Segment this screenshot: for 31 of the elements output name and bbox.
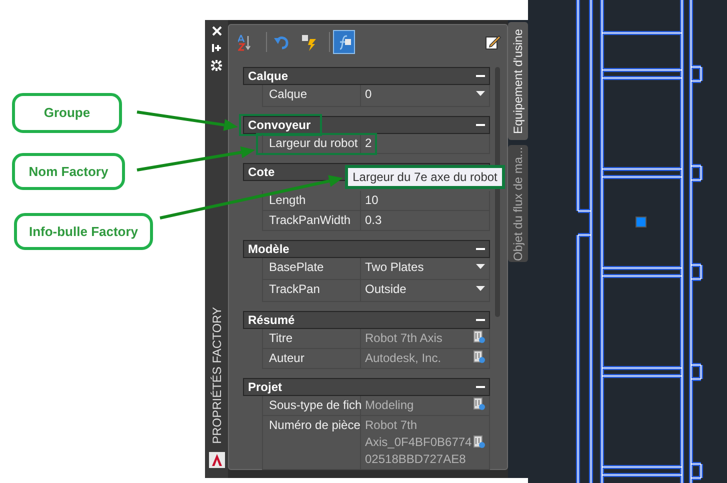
dropdown-value: Two Plates <box>365 259 424 276</box>
property-label: Auteur <box>263 349 361 368</box>
property-value: Robot 7th Axis_0F4BF0B6774 02518BBD727AE8 <box>365 417 472 468</box>
annotation-label: Info-bulle Factory <box>14 213 153 250</box>
property-value: Robot 7th Axis <box>365 330 442 347</box>
property-value: Autodesk, Inc. <box>365 350 442 367</box>
property-label: TrackPan <box>263 280 361 301</box>
property-value: 10 <box>365 192 378 209</box>
property-label: Calque <box>263 85 361 106</box>
property-value: Modeling <box>365 397 414 414</box>
property-label: Numéro de pièce <box>263 416 361 469</box>
group-title: Convoyeur <box>248 117 311 134</box>
property-label: Sous-type de fich <box>263 396 361 415</box>
annotation-label: Groupe <box>12 93 122 133</box>
property-label: TrackPanWidth <box>263 211 361 230</box>
group-title: Cote <box>248 164 275 181</box>
group-title: Résumé <box>248 312 295 329</box>
group-title: Projet <box>248 379 282 396</box>
property-value: 2 <box>365 135 372 152</box>
property-label: Titre <box>263 329 361 348</box>
property-label: BasePlate <box>263 258 361 279</box>
palette-title: PROPRIÉTÉS FACTORY <box>208 307 224 444</box>
dropdown-value: Outside <box>365 281 406 298</box>
property-label: Largeur du robot <box>263 134 361 153</box>
group-title: Modèle <box>248 241 290 258</box>
property-label: Length <box>263 191 361 210</box>
dropdown-value: 0 <box>365 86 372 103</box>
annotation-label: Nom Factory <box>12 153 125 190</box>
group-title: Calque <box>248 68 288 85</box>
property-value: 0.3 <box>365 212 382 229</box>
tooltip: Largeur du 7e axe du robot <box>345 165 505 189</box>
